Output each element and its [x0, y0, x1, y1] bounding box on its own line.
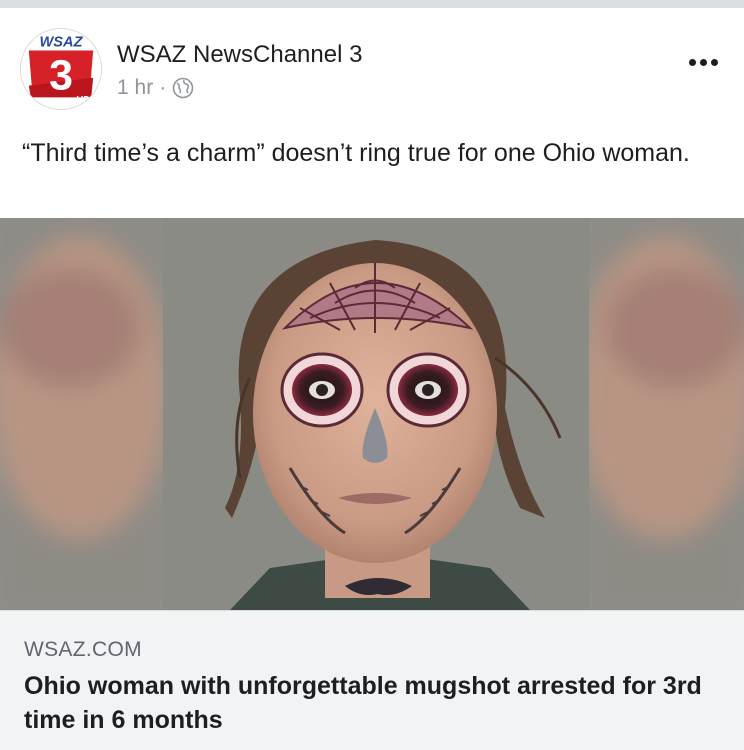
more-dot [710, 58, 718, 66]
post-options-button[interactable] [681, 50, 725, 74]
post-meta: 1 hr · [117, 75, 194, 101]
meta-separator: · [159, 76, 167, 99]
link-preview-card[interactable]: WSAZ.COM Ohio woman with unforgettable m… [0, 610, 744, 750]
page-name[interactable]: WSAZ NewsChannel 3 [117, 41, 362, 69]
post-header: WSAZ 3 HD WSAZ NewsChannel 3 1 hr · “Thi… [0, 8, 744, 218]
post-message: “Third time’s a charm” doesn’t ring true… [22, 139, 690, 167]
post-photo[interactable] [0, 218, 744, 610]
post-time[interactable]: 1 hr [117, 76, 153, 100]
globe-icon [172, 77, 194, 99]
logo-text: WSAZ [39, 35, 83, 51]
wsaz-logo-icon: WSAZ 3 HD [21, 29, 101, 109]
page-avatar[interactable]: WSAZ 3 HD [20, 28, 102, 110]
mugshot-image [0, 218, 744, 610]
logo-small: HD [76, 95, 90, 106]
logo-number: 3 [49, 51, 73, 99]
feed-divider [0, 0, 744, 8]
link-title[interactable]: Ohio woman with unforgettable mugshot ar… [24, 669, 724, 737]
more-dot [688, 58, 696, 66]
more-dot [699, 58, 707, 66]
link-domain: WSAZ.COM [24, 638, 142, 661]
